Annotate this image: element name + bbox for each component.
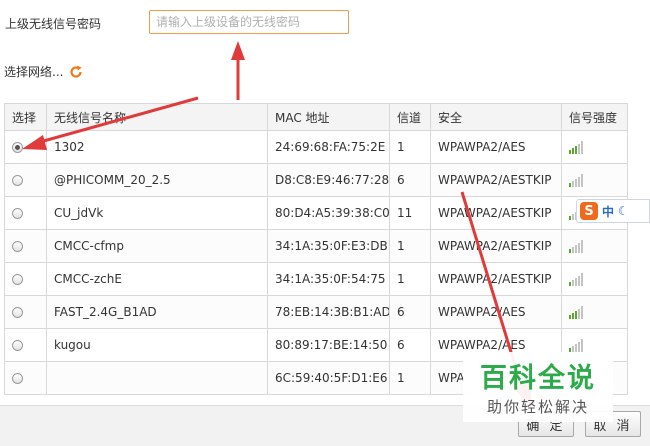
signal-strength-icon	[569, 174, 583, 187]
channel-cell: 11	[389, 196, 431, 230]
ime-mode-indicator[interactable]: 中	[602, 203, 614, 220]
network-radio[interactable]	[12, 208, 23, 219]
ssid-cell: @PHICOMM_20_2.5	[46, 163, 268, 197]
signal-strength-icon	[569, 306, 583, 319]
select-cell	[4, 295, 47, 329]
password-label: 上级无线信号密码	[5, 17, 102, 31]
moon-icon[interactable]: ☾	[618, 204, 629, 218]
ime-toolbar[interactable]: S 中 ☾	[576, 199, 650, 223]
table-row[interactable]: CMCC-cfmp 34:1A:35:0F:E3:DB 1 WPAWPA2/AESTK…	[4, 229, 628, 263]
channel-cell: 6	[389, 295, 431, 329]
network-radio[interactable]	[12, 241, 23, 252]
network-radio[interactable]	[12, 142, 23, 153]
select-network-row: 选择网络...	[4, 63, 83, 80]
select-cell	[4, 328, 47, 362]
mac-cell: 6C:59:40:5F:D1:E6	[267, 361, 390, 395]
ssid-cell: 1302	[46, 130, 268, 164]
col-header-signal: 信号强度	[561, 103, 628, 131]
signal-strength-icon	[569, 240, 583, 253]
mac-cell: 80:D4:A5:39:38:C0	[267, 196, 390, 230]
table-row[interactable]: @PHICOMM_20_2.5 D8:C8:E9:46:77:28 6 WPAWPA2…	[4, 163, 628, 197]
ssid-cell: CMCC-cfmp	[46, 229, 268, 263]
network-radio[interactable]	[12, 175, 23, 186]
arrow-up-to-password	[231, 41, 245, 100]
security-cell: WPAWPA2/AESTKIP	[430, 229, 562, 263]
watermark: 百科全说 助你轻松解决	[463, 352, 613, 422]
network-radio[interactable]	[12, 274, 23, 285]
mac-cell: D8:C8:E9:46:77:28	[267, 163, 390, 197]
mac-cell: 34:1A:35:0F:E3:DB	[267, 229, 390, 263]
watermark-subtitle: 助你轻松解决	[486, 398, 589, 416]
network-radio[interactable]	[12, 340, 23, 351]
channel-cell: 6	[389, 328, 431, 362]
channel-cell: 1	[389, 361, 431, 395]
signal-cell	[561, 262, 628, 296]
password-input[interactable]	[149, 10, 349, 34]
select-cell	[4, 361, 47, 395]
channel-cell: 6	[389, 163, 431, 197]
signal-strength-icon	[569, 273, 583, 286]
table-row[interactable]: CU_jdVk 80:D4:A5:39:38:C0 11 WPAWPA2/AESTKI…	[4, 196, 628, 230]
col-header-ssid: 无线信号名称	[46, 103, 268, 131]
select-network-label: 选择网络...	[4, 65, 64, 79]
ssid-cell	[46, 361, 268, 395]
table-row[interactable]: CMCC-zchE 34:1A:35:0F:54:75 1 WPAWPA2/AESTK…	[4, 262, 628, 296]
ssid-cell: CMCC-zchE	[46, 262, 268, 296]
security-cell: WPAWPA2/AESTKIP	[430, 262, 562, 296]
table-row[interactable]: 1302 24:69:68:FA:75:2E 1 WPAWPA2/AES	[4, 130, 628, 164]
channel-cell: 1	[389, 130, 431, 164]
table-row[interactable]: FAST_2.4G_B1AD 78:EB:14:3B:B1:AD 6 WPAWPA2/…	[4, 295, 628, 329]
security-cell: WPAWPA2/AES	[430, 130, 562, 164]
network-radio[interactable]	[12, 307, 23, 318]
signal-strength-icon	[569, 141, 583, 154]
security-cell: WPAWPA2/AES	[430, 295, 562, 329]
network-radio[interactable]	[12, 373, 23, 384]
ssid-cell: CU_jdVk	[46, 196, 268, 230]
select-cell	[4, 163, 47, 197]
mac-cell: 78:EB:14:3B:B1:AD	[267, 295, 390, 329]
security-cell: WPAWPA2/AESTKIP	[430, 196, 562, 230]
channel-cell: 1	[389, 229, 431, 263]
mac-cell: 80:89:17:BE:14:50	[267, 328, 390, 362]
signal-cell	[561, 163, 628, 197]
select-cell	[4, 262, 47, 296]
col-header-mac: MAC 地址	[267, 103, 390, 131]
col-header-channel: 信道	[389, 103, 431, 131]
mac-cell: 24:69:68:FA:75:2E	[267, 130, 390, 164]
signal-cell	[561, 295, 628, 329]
sogou-logo-icon: S	[580, 202, 598, 220]
signal-strength-icon	[569, 339, 583, 352]
select-cell	[4, 130, 47, 164]
watermark-title: 百科全说	[480, 363, 596, 394]
table-header-row: 选择 无线信号名称 MAC 地址 信道 安全 信号强度	[4, 103, 628, 131]
refresh-icon[interactable]	[69, 65, 83, 79]
col-header-security: 安全	[430, 103, 562, 131]
signal-cell	[561, 130, 628, 164]
select-cell	[4, 229, 47, 263]
ssid-cell: FAST_2.4G_B1AD	[46, 295, 268, 329]
mac-cell: 34:1A:35:0F:54:75	[267, 262, 390, 296]
security-cell: WPAWPA2/AESTKIP	[430, 163, 562, 197]
select-cell	[4, 196, 47, 230]
col-header-select: 选择	[4, 103, 47, 131]
signal-cell	[561, 229, 628, 263]
ssid-cell: kugou	[46, 328, 268, 362]
channel-cell: 1	[389, 262, 431, 296]
